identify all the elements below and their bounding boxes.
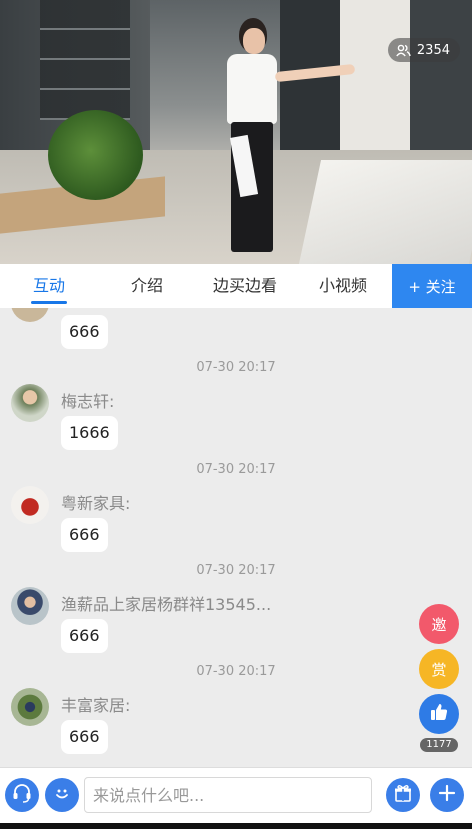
message-bubble: 666	[61, 315, 108, 349]
tab-interaction[interactable]: 互动	[0, 264, 98, 308]
message-username: 粤新家具:	[61, 494, 131, 513]
user-avatar	[11, 688, 49, 726]
tab-intro[interactable]: 介绍	[98, 264, 196, 308]
invite-label: 邀	[431, 615, 447, 634]
reward-button[interactable]: 赏	[419, 649, 459, 689]
user-avatar	[11, 384, 49, 422]
thumbs-up-icon	[429, 702, 449, 726]
user-avatar	[11, 308, 49, 322]
viewer-count: 2354	[416, 42, 450, 58]
emoji-icon	[51, 782, 73, 808]
message-username: 渔薪品上家居杨群祥13545...	[61, 595, 272, 614]
video-presenter	[215, 18, 356, 258]
message-bubble: 1666	[61, 416, 118, 450]
gift-button[interactable]	[386, 778, 420, 812]
bottom-bar	[0, 767, 472, 824]
like-count: 1177	[420, 738, 458, 752]
live-video[interactable]: 2354	[0, 0, 472, 264]
like-button[interactable]	[419, 694, 459, 734]
message-timestamp: 07-30 20:17	[196, 462, 276, 477]
video-scene-cabinet	[410, 0, 472, 150]
video-scene-shelf	[40, 0, 130, 120]
chat-list[interactable]: 666 07-30 20:17 梅志轩: 1666 07-30 20:17 粤新…	[0, 308, 472, 767]
message-timestamp: 07-30 20:17	[196, 563, 276, 578]
reward-label: 赏	[431, 660, 447, 679]
message-timestamp: 07-30 20:17	[196, 360, 276, 375]
user-avatar	[11, 587, 49, 625]
message-username: 梅志轩:	[61, 392, 115, 411]
gift-icon	[393, 783, 413, 807]
emoji-button[interactable]	[45, 778, 79, 812]
message-bubble: 666	[61, 720, 108, 754]
message-timestamp: 07-30 20:17	[196, 664, 276, 679]
tab-bar: 互动 介绍 边买边看 小视频 + 关注	[0, 264, 472, 308]
message-username: 丰富家居:	[61, 696, 131, 715]
video-scene-plant	[48, 110, 143, 200]
comment-input[interactable]	[84, 777, 372, 813]
user-avatar	[11, 486, 49, 524]
tab-shop-while-watching[interactable]: 边买边看	[196, 264, 294, 308]
invite-button[interactable]: 邀	[419, 604, 459, 644]
headset-icon	[11, 782, 33, 808]
message-bubble: 666	[61, 518, 108, 552]
plus-icon	[437, 783, 457, 807]
tab-short-videos[interactable]: 小视频	[294, 264, 392, 308]
more-button[interactable]	[430, 778, 464, 812]
viewer-count-badge: 2354	[387, 38, 460, 62]
people-icon	[396, 44, 411, 57]
video-scene-wardrobe	[340, 0, 410, 175]
video-scene-marble-table	[298, 160, 472, 264]
message-bubble: 666	[61, 619, 108, 653]
customer-service-button[interactable]	[5, 778, 39, 812]
follow-button[interactable]: + 关注	[392, 264, 472, 308]
system-navigation-bar	[0, 823, 472, 829]
